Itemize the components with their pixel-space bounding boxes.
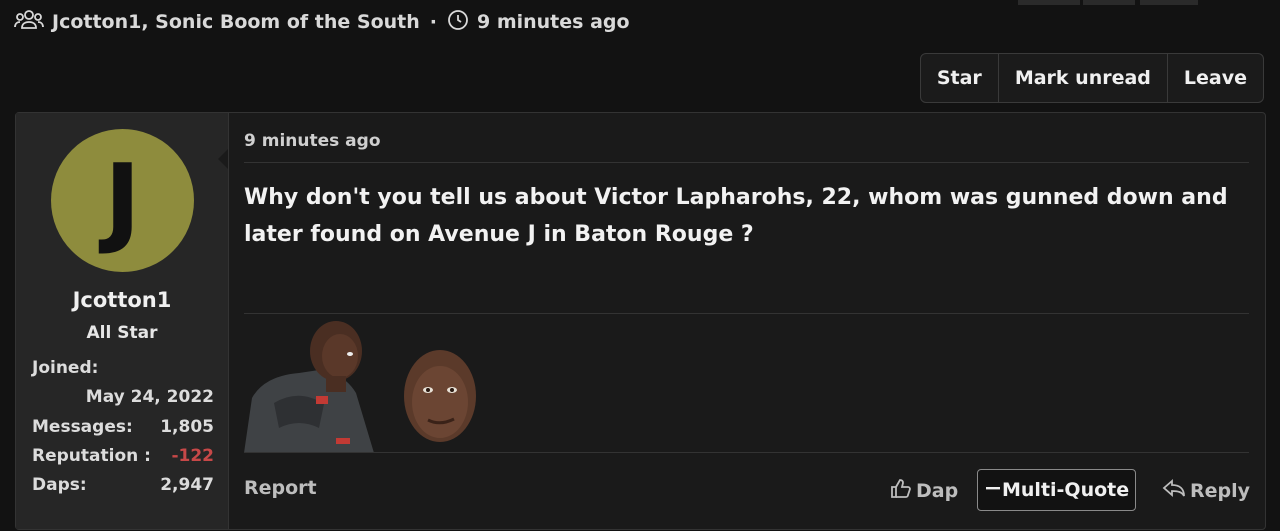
reply-icon — [1162, 477, 1186, 504]
divider — [244, 313, 1249, 314]
user-panel: J Jcotton1 All Star Joined: May 24, 2022… — [16, 113, 229, 529]
panel-pointer — [218, 149, 228, 169]
mark-unread-button[interactable]: Mark unread — [997, 54, 1167, 102]
dap-label: Dap — [916, 479, 959, 502]
star-button[interactable]: Star — [921, 54, 998, 102]
username[interactable]: Jcotton1 — [16, 288, 228, 312]
multi-quote-button[interactable]: Multi-Quote — [977, 469, 1137, 511]
multi-quote-label: Multi-Quote — [1002, 479, 1130, 501]
daps-value: 2,947 — [160, 475, 214, 495]
user-title: All Star — [86, 323, 158, 343]
message-post: J Jcotton1 All Star Joined: May 24, 2022… — [15, 112, 1266, 530]
post-content: 9 minutes ago Why don't you tell us abou… — [244, 113, 1250, 529]
top-tab-3 — [1140, 0, 1198, 5]
clock-icon — [447, 9, 469, 36]
messages-value: 1,805 — [160, 417, 214, 437]
reputation-label: Reputation : — [32, 446, 151, 466]
leave-button[interactable]: Leave — [1166, 54, 1263, 102]
joined-label: Joined: — [32, 358, 99, 378]
thread-participants[interactable]: Jcotton1, Sonic Boom of the South — [52, 11, 420, 33]
reputation-value: -122 — [171, 446, 214, 466]
top-tab-1 — [1018, 0, 1080, 5]
dap-button[interactable]: Dap — [890, 477, 958, 504]
divider — [244, 452, 1249, 453]
reply-button[interactable]: Reply — [1162, 477, 1250, 504]
joined-value: May 24, 2022 — [85, 387, 214, 407]
top-tab-2 — [1083, 0, 1135, 5]
thumbs-up-icon — [890, 477, 912, 504]
meta-separator: · — [429, 11, 437, 33]
divider — [244, 162, 1249, 163]
thread-time: 9 minutes ago — [476, 11, 630, 33]
post-time[interactable]: 9 minutes ago — [244, 131, 381, 151]
minus-icon — [984, 479, 1002, 502]
report-button[interactable]: Report — [244, 477, 317, 499]
message-body: Why don't you tell us about Victor Lapha… — [244, 185, 1228, 247]
post-footer: Report Dap Multi-Quote Reply — [244, 467, 1250, 513]
reaction-image-2 — [404, 350, 476, 442]
thread-actions: Star Mark unread Leave — [919, 53, 1264, 103]
avatar[interactable]: J — [51, 129, 194, 272]
users-icon — [14, 9, 44, 36]
attached-images — [244, 318, 484, 453]
messages-label: Messages: — [32, 417, 133, 437]
thread-meta: Jcotton1, Sonic Boom of the South · 9 mi… — [14, 8, 630, 36]
daps-label: Daps: — [32, 475, 87, 495]
reply-label: Reply — [1190, 479, 1251, 502]
